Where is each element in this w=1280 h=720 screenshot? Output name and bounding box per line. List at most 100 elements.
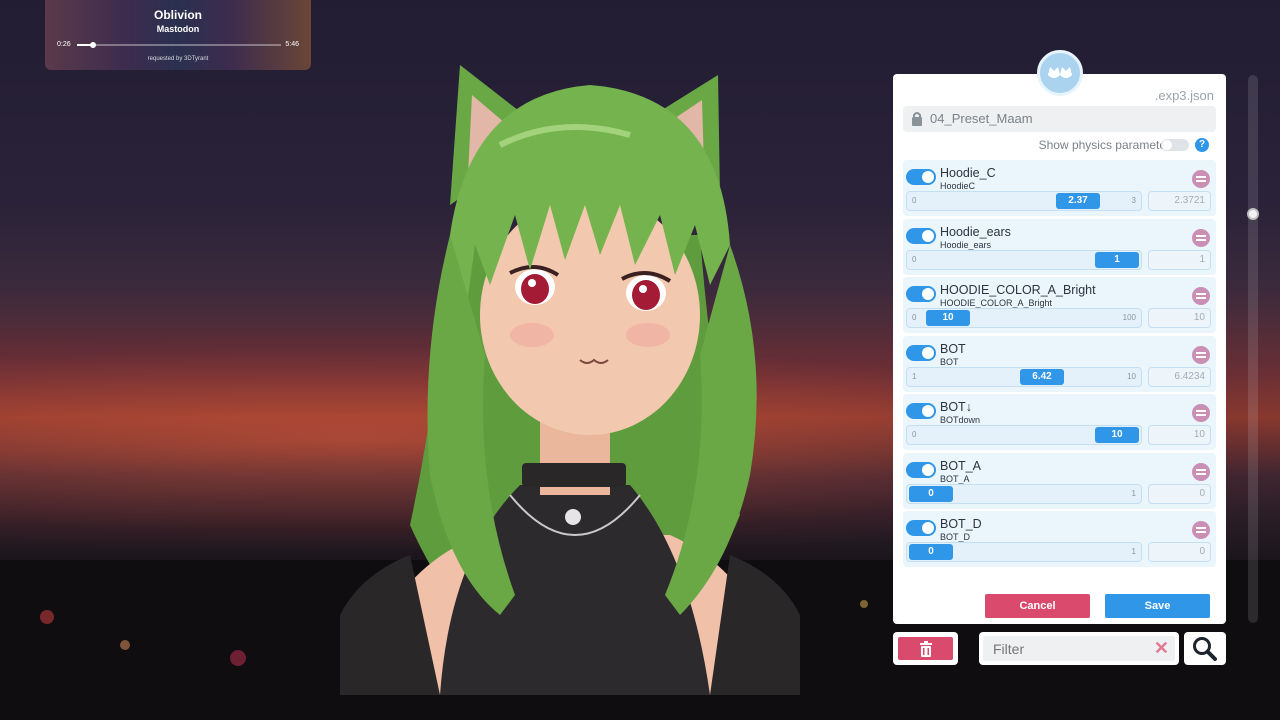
remove-parameter-icon[interactable] xyxy=(1192,346,1210,364)
parameter-toggle[interactable] xyxy=(906,169,936,185)
song-artist: Mastodon xyxy=(156,24,200,34)
help-icon[interactable]: ? xyxy=(1195,138,1209,152)
parameter-id: BOT_A xyxy=(940,474,970,484)
parameter-id: HOODIE_COLOR_A_Bright xyxy=(940,298,1053,308)
parameter-slider[interactable]: 01 xyxy=(906,250,1142,270)
parameter-toggle[interactable] xyxy=(906,228,936,244)
song-progress-track xyxy=(77,42,281,48)
slider-min: 0 xyxy=(912,255,917,264)
slider-handle[interactable]: 6.42 xyxy=(1020,369,1064,385)
parameter-name: BOT_A xyxy=(940,459,981,473)
slider-handle[interactable]: 10 xyxy=(1095,427,1139,443)
toggle-knob xyxy=(922,288,934,300)
toggle-knob xyxy=(922,464,934,476)
save-button[interactable]: Save xyxy=(1105,594,1210,618)
parameter-value-input[interactable]: 1 xyxy=(1148,250,1211,270)
parameter-row: Hoodie_C HoodieC 0 3 2.37 2.3721 xyxy=(903,160,1216,216)
parameter-row: BOT↓ BOTdown 0 10 10 xyxy=(903,394,1216,450)
toggle-knob xyxy=(922,405,934,417)
slider-handle[interactable]: 1 xyxy=(1095,252,1139,268)
parameter-value-input[interactable]: 0 xyxy=(1148,542,1211,562)
physics-label: Show physics parameters xyxy=(1038,138,1176,152)
remove-parameter-icon[interactable] xyxy=(1192,287,1210,305)
parameter-value-input[interactable]: 0 xyxy=(1148,484,1211,504)
parameter-id: BOT xyxy=(940,357,959,367)
trash-icon xyxy=(919,640,932,657)
parameter-toggle[interactable] xyxy=(906,345,936,361)
slider-max: 1 xyxy=(1131,547,1136,556)
filter-box: ✕ xyxy=(979,632,1179,665)
parameter-name: BOT_D xyxy=(940,517,982,531)
toggle-knob xyxy=(1162,140,1172,150)
physics-toggle[interactable] xyxy=(1161,139,1189,151)
delete-button-face xyxy=(898,637,953,660)
bokeh-light xyxy=(230,650,246,666)
slider-max: 3 xyxy=(1131,196,1136,205)
toggle-knob xyxy=(922,347,934,359)
search-icon xyxy=(1193,636,1217,661)
parameter-name: BOT xyxy=(940,342,966,356)
parameter-slider[interactable]: 10 xyxy=(906,484,1142,504)
expression-editor-panel: .exp3.json 04_Preset_Maam Show physics p… xyxy=(893,74,1226,624)
parameter-value-input[interactable]: 10 xyxy=(1148,425,1211,445)
parameter-id: Hoodie_ears xyxy=(940,240,992,250)
filter-input[interactable] xyxy=(983,636,1175,661)
parameter-slider[interactable]: 0 10 xyxy=(906,425,1142,445)
parameter-value-input[interactable]: 2.3721 xyxy=(1148,191,1211,211)
parameter-slider[interactable]: 1 10 6.42 xyxy=(906,367,1142,387)
preset-name: 04_Preset_Maam xyxy=(930,111,1033,126)
parameter-row: Hoodie_ears Hoodie_ears 0 1 1 xyxy=(903,219,1216,275)
parameter-slider[interactable]: 0 100 10 xyxy=(906,308,1142,328)
remove-parameter-icon[interactable] xyxy=(1192,170,1210,188)
cat-faces-icon xyxy=(1048,67,1072,78)
scrollbar-thumb[interactable] xyxy=(1247,208,1259,220)
parameter-value-input[interactable]: 6.4234 xyxy=(1148,367,1211,387)
current-time: 0:26 xyxy=(57,41,71,48)
vertical-scrollbar[interactable] xyxy=(1247,75,1259,623)
requested-by: requested by 3DTyrant xyxy=(147,56,209,62)
toggle-knob xyxy=(922,230,934,242)
cancel-button[interactable]: Cancel xyxy=(985,594,1090,618)
song-progress-knob xyxy=(90,42,97,48)
parameter-value-input[interactable]: 10 xyxy=(1148,308,1211,328)
toggle-knob xyxy=(922,522,934,534)
parameter-list[interactable]: Hoodie_C HoodieC 0 3 2.37 2.3721 Hoodie_ears Ho… xyxy=(903,160,1216,582)
slider-max: 1 xyxy=(1131,489,1136,498)
parameter-toggle[interactable] xyxy=(906,286,936,302)
parameter-row: BOT BOT 1 10 6.42 6.4234 xyxy=(903,336,1216,392)
parameter-id: BOTdown xyxy=(940,415,981,425)
bokeh-light xyxy=(40,610,54,624)
slider-handle[interactable]: 0 xyxy=(909,544,953,560)
toggle-knob xyxy=(922,171,934,183)
parameter-id: HoodieC xyxy=(940,181,976,191)
remove-parameter-icon[interactable] xyxy=(1192,463,1210,481)
parameter-toggle[interactable] xyxy=(906,462,936,478)
search-button[interactable] xyxy=(1184,632,1226,665)
preset-name-field[interactable]: 04_Preset_Maam xyxy=(903,106,1216,132)
parameter-row: HOODIE_COLOR_A_Bright HOODIE_COLOR_A_Brig… xyxy=(903,277,1216,333)
remove-parameter-icon[interactable] xyxy=(1192,521,1210,539)
avatar-character xyxy=(340,65,800,695)
slider-min: 0 xyxy=(912,196,917,205)
clear-filter-icon[interactable]: ✕ xyxy=(1154,639,1169,657)
parameter-toggle[interactable] xyxy=(906,520,936,536)
parameter-toggle[interactable] xyxy=(906,403,936,419)
slider-handle[interactable]: 0 xyxy=(909,486,953,502)
parameter-slider[interactable]: 10 xyxy=(906,542,1142,562)
slider-max: 100 xyxy=(1122,313,1136,322)
slider-handle[interactable]: 2.37 xyxy=(1056,193,1100,209)
remove-parameter-icon[interactable] xyxy=(1192,404,1210,422)
bokeh-light xyxy=(860,600,868,608)
parameter-slider[interactable]: 0 3 2.37 xyxy=(906,191,1142,211)
slider-max: 10 xyxy=(1127,372,1136,381)
slider-handle[interactable]: 10 xyxy=(926,310,970,326)
end-time: 5:46 xyxy=(285,41,299,48)
lock-icon xyxy=(912,112,922,126)
remove-parameter-icon[interactable] xyxy=(1192,229,1210,247)
delete-button[interactable] xyxy=(893,632,958,665)
file-extension-label: .exp3.json xyxy=(1154,88,1214,103)
app-logo-icon xyxy=(1037,50,1083,96)
parameter-name: Hoodie_ears xyxy=(940,225,1011,239)
parameter-name: Hoodie_C xyxy=(940,166,996,180)
slider-min: 1 xyxy=(912,372,917,381)
